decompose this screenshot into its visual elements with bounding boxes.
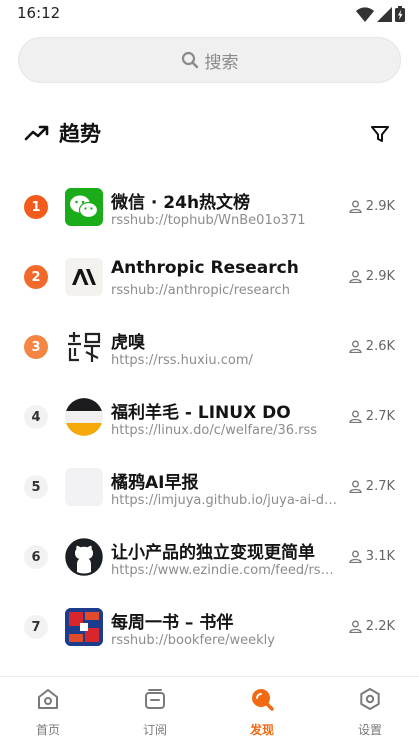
placeholder-logo-icon bbox=[65, 468, 103, 506]
feed-url: rsshub://tophub/WnBe01o371 bbox=[111, 213, 306, 228]
discover-icon bbox=[252, 689, 274, 711]
feed-title: Anthropic Research bbox=[111, 258, 299, 278]
feed-url: https://www.ezindie.com/feed/rss.xml bbox=[111, 563, 339, 578]
wifi-icon bbox=[356, 6, 374, 22]
trending-header: 趋势 bbox=[24, 115, 396, 151]
feed-row[interactable]: 1 微信 · 24h热文榜 rsshub://tophub/WnBe01o371… bbox=[0, 172, 419, 242]
user-icon bbox=[349, 550, 362, 563]
feed-row[interactable]: 4 福利羊毛 - LINUX DO https://linux.do/c/wel… bbox=[0, 382, 419, 452]
rank-badge: 1 bbox=[24, 195, 48, 219]
huxiu-logo-icon bbox=[65, 328, 103, 366]
feed-row[interactable]: 7 每周一书 – 书伴 rsshub://bookfere/weekly 2.2… bbox=[0, 592, 419, 662]
github-logo-icon bbox=[65, 538, 103, 576]
battery-icon bbox=[395, 6, 405, 22]
subscriber-count: 2.2K bbox=[349, 619, 395, 634]
home-icon bbox=[38, 689, 58, 709]
cell-signal-icon bbox=[377, 6, 392, 22]
feed-title: 每周一书 – 书伴 bbox=[111, 613, 234, 633]
nav-subscriptions-label: 订阅 bbox=[142, 723, 167, 737]
subscriptions-icon bbox=[145, 689, 165, 709]
rank-badge: 7 bbox=[24, 615, 48, 639]
settings-icon bbox=[360, 688, 380, 710]
anthropic-logo-icon bbox=[65, 258, 103, 296]
feed-title: 让小产品的独立变现更简单 bbox=[111, 543, 315, 563]
feed-title: 橘鸦AI早报 bbox=[111, 473, 199, 493]
status-icons bbox=[356, 6, 405, 22]
nav-subscriptions[interactable]: 订阅 bbox=[115, 677, 195, 744]
wechat-logo-icon bbox=[65, 188, 103, 226]
user-icon bbox=[349, 620, 362, 633]
subscriber-count-value: 2.6K bbox=[365, 339, 395, 354]
section-title: 趋势 bbox=[59, 122, 101, 146]
subscriber-count-value: 3.1K bbox=[365, 549, 395, 564]
nav-settings-label: 设置 bbox=[357, 723, 382, 737]
feed-url: https://rss.huxiu.com/ bbox=[111, 353, 253, 368]
nav-settings[interactable]: 设置 bbox=[330, 677, 410, 744]
feed-row[interactable]: 5 橘鸦AI早报 https://imjuya.github.io/juya-a… bbox=[0, 452, 419, 522]
nav-discover-label: 发现 bbox=[249, 723, 274, 737]
subscriber-count: 2.6K bbox=[349, 339, 395, 354]
nav-home[interactable]: 首页 bbox=[8, 677, 88, 744]
bookfere-logo-icon bbox=[65, 608, 103, 646]
user-icon bbox=[349, 340, 362, 353]
rank-badge: 4 bbox=[24, 405, 48, 429]
search-icon bbox=[181, 51, 198, 69]
feed-row[interactable]: 3 虎嗅 https://rss.huxiu.com/ 2.6K bbox=[0, 312, 419, 382]
user-icon bbox=[349, 270, 362, 283]
subscriber-count: 2.9K bbox=[349, 269, 395, 284]
nav-home-label: 首页 bbox=[35, 723, 60, 737]
feed-row[interactable]: 6 让小产品的独立变现更简单 https://www.ezindie.com/f… bbox=[0, 522, 419, 592]
subscriber-count-value: 2.7K bbox=[365, 479, 395, 494]
rank-badge: 3 bbox=[24, 335, 48, 359]
search-input[interactable]: 搜索 bbox=[18, 37, 401, 83]
feed-row[interactable]: 2 Anthropic Research rsshub://anthropic/… bbox=[0, 242, 419, 312]
subscriber-count-value: 2.9K bbox=[365, 199, 395, 214]
subscriber-count: 2.7K bbox=[349, 479, 395, 494]
rank-badge: 2 bbox=[24, 265, 48, 289]
filter-icon[interactable] bbox=[370, 124, 390, 144]
feed-title: 虎嗅 bbox=[111, 333, 145, 353]
user-icon bbox=[349, 410, 362, 423]
feed-title: 福利羊毛 - LINUX DO bbox=[111, 403, 291, 423]
user-icon bbox=[349, 200, 362, 213]
feed-title: 微信 · 24h热文榜 bbox=[111, 193, 251, 213]
subscriber-count-value: 2.7K bbox=[365, 409, 395, 424]
subscriber-count: 2.9K bbox=[349, 199, 395, 214]
search-placeholder: 搜索 bbox=[204, 52, 239, 73]
status-time: 16:12 bbox=[17, 4, 61, 22]
subscriber-count-value: 2.9K bbox=[365, 269, 395, 284]
feed-url: rsshub://anthropic/research bbox=[111, 283, 290, 298]
rank-badge: 6 bbox=[24, 545, 48, 569]
feed-url: https://imjuya.github.io/juya-ai-daily bbox=[111, 493, 339, 508]
nav-discover[interactable]: 发现 bbox=[222, 677, 302, 744]
feed-url: rsshub://bookfere/weekly bbox=[111, 633, 275, 648]
rank-badge: 5 bbox=[24, 475, 48, 499]
linuxdo-logo-icon bbox=[65, 398, 103, 436]
subscriber-count: 2.7K bbox=[349, 409, 395, 424]
trending-up-icon bbox=[24, 125, 49, 141]
subscriber-count: 3.1K bbox=[349, 549, 395, 564]
subscriber-count-value: 2.2K bbox=[365, 619, 395, 634]
feed-url: https://linux.do/c/welfare/36.rss bbox=[111, 423, 318, 438]
status-bar: 16:12 bbox=[0, 0, 419, 28]
user-icon bbox=[349, 480, 362, 493]
bottom-nav: 首页 订阅 发现 设置 bbox=[0, 676, 419, 744]
